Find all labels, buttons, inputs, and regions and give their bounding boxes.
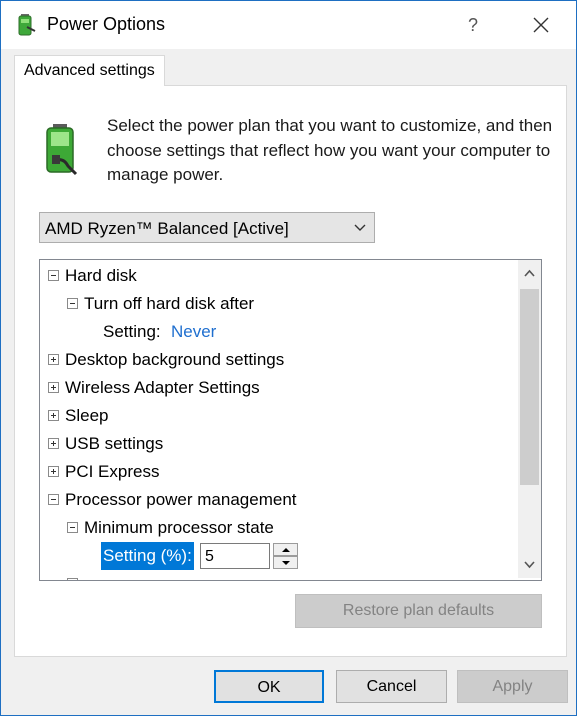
expand-icon[interactable]: [48, 354, 59, 365]
cancel-button[interactable]: Cancel: [336, 670, 447, 703]
tree-item-label: Hard disk: [65, 266, 137, 285]
battery-plug-icon: [46, 124, 78, 176]
restore-plan-defaults-button[interactable]: Restore plan defaults: [295, 594, 542, 628]
scroll-up-icon[interactable]: [523, 268, 536, 278]
spin-up-button[interactable]: [273, 543, 298, 556]
scrollbar-thumb[interactable]: [520, 289, 539, 485]
tree-item-label: Turn off hard disk after: [84, 294, 255, 313]
tree-item-label: USB settings: [65, 434, 164, 453]
collapse-icon[interactable]: [67, 522, 78, 533]
power-plan-select[interactable]: AMD Ryzen™ Balanced [Active]: [39, 212, 375, 243]
expand-icon[interactable]: [48, 466, 59, 477]
intro-text: Select the power plan that you want to c…: [107, 116, 553, 184]
power-plan-value: AMD Ryzen™ Balanced [Active]: [45, 219, 289, 238]
spin-down-button[interactable]: [273, 556, 298, 569]
collapse-icon[interactable]: [67, 298, 78, 309]
vertical-scrollbar[interactable]: [518, 260, 541, 578]
expand-icon[interactable]: [48, 410, 59, 421]
tree-item-setting-percent[interactable]: Setting (%): 5: [40, 542, 520, 570]
tree-item-label: PCI Express: [65, 462, 160, 481]
close-button[interactable]: [521, 9, 561, 41]
collapse-icon[interactable]: [48, 270, 59, 281]
arrow-down-icon: [282, 561, 290, 565]
tree-item-label: Minimum processor state: [84, 518, 274, 537]
expand-icon[interactable]: [48, 438, 59, 449]
percent-input[interactable]: 5: [200, 543, 270, 569]
settings-tree[interactable]: Hard disk Turn off hard disk after Setti…: [39, 259, 542, 581]
chevron-down-icon: [354, 224, 366, 231]
setting-value-link[interactable]: Never: [171, 318, 216, 346]
power-options-dialog: Power Options ? Advanced settings Select…: [0, 0, 577, 716]
tree-item-label: Desktop background settings: [65, 350, 285, 369]
close-icon: [533, 17, 549, 33]
title-bar[interactable]: Power Options ?: [1, 1, 576, 49]
advanced-settings-panel: Select the power plan that you want to c…: [14, 85, 567, 657]
collapse-icon[interactable]: [48, 494, 59, 505]
window-title: Power Options: [47, 14, 166, 34]
arrow-up-icon: [282, 548, 290, 552]
tree-item-label: Processor power management: [65, 490, 297, 509]
setting-label: Setting:: [103, 322, 161, 341]
ok-button[interactable]: OK: [214, 670, 324, 703]
power-battery-icon: [18, 14, 36, 36]
tab-advanced-settings[interactable]: Advanced settings: [14, 55, 165, 86]
expand-icon[interactable]: [48, 382, 59, 393]
help-button[interactable]: ?: [459, 11, 487, 39]
apply-button[interactable]: Apply: [457, 670, 568, 703]
collapse-icon: [67, 578, 78, 580]
setting-percent-label: Setting (%):: [101, 542, 194, 570]
tree-item-label: Wireless Adapter Settings: [65, 378, 260, 397]
scroll-down-icon[interactable]: [523, 560, 536, 570]
tree-item-label: Sleep: [65, 406, 109, 425]
